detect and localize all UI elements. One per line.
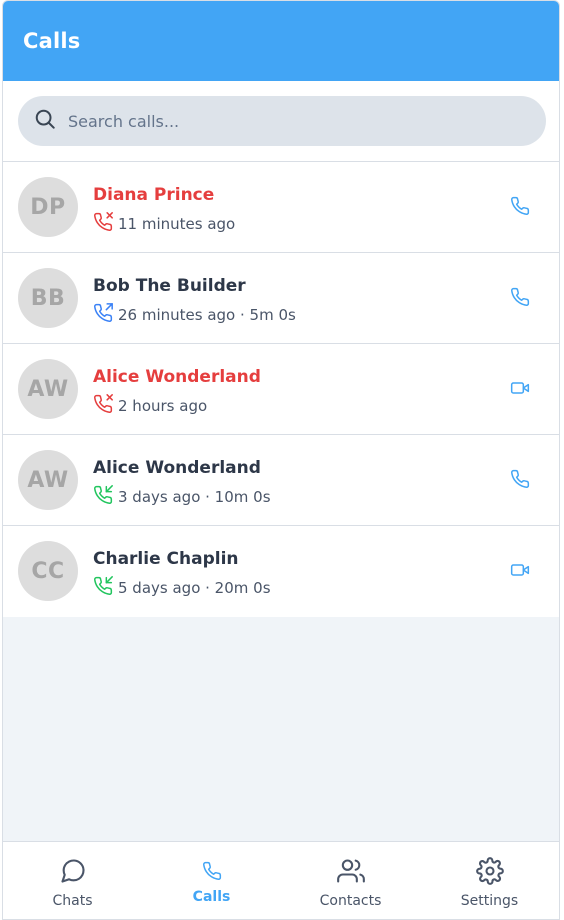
call-detail: 5 days ago · 20m 0s	[118, 579, 271, 597]
avatar: BB	[18, 268, 78, 328]
gear-icon	[475, 856, 504, 889]
call-row[interactable]: CC Charlie Chaplin 5 days ago · 20m 0s	[3, 526, 559, 617]
call-meta: 5 days ago · 20m 0s	[93, 576, 271, 600]
avatar: CC	[18, 541, 78, 601]
avatar: AW	[18, 450, 78, 510]
phone-incoming-icon	[93, 576, 118, 600]
contact-name: Alice Wonderland	[93, 458, 261, 478]
bottom-nav: Chats Calls Contacts Settings	[3, 841, 559, 919]
call-row[interactable]: AW Alice Wonderland 3 days ago · 10m 0s	[3, 435, 559, 526]
call-info: Charlie Chaplin 5 days ago · 20m 0s	[93, 548, 271, 600]
nav-item-settings[interactable]: Settings	[420, 842, 559, 919]
phone-missed-icon	[93, 212, 118, 236]
call-action-button[interactable]	[509, 561, 531, 583]
phone-icon	[202, 861, 222, 885]
nav-label: Contacts	[319, 892, 382, 909]
call-info: Diana Prince 11 minutes ago	[93, 184, 235, 236]
video-icon	[510, 378, 530, 402]
call-action-button[interactable]	[509, 469, 531, 493]
call-action-button[interactable]	[509, 196, 531, 220]
search-input[interactable]	[68, 111, 508, 131]
call-info: Alice Wonderland 3 days ago · 10m 0s	[93, 457, 271, 509]
phone-icon	[510, 196, 530, 220]
phone-icon	[510, 287, 530, 311]
call-row[interactable]: DP Diana Prince 11 minutes ago	[3, 162, 559, 253]
app-frame: Calls DP Diana Prince 11 minutes ago BB …	[2, 0, 560, 920]
call-detail: 11 minutes ago	[118, 215, 236, 233]
search-icon	[34, 108, 56, 134]
call-list: DP Diana Prince 11 minutes ago BB Bob Th…	[3, 162, 559, 617]
nav-item-calls[interactable]: Calls	[142, 842, 281, 919]
users-icon	[336, 857, 365, 889]
nav-label: Chats	[52, 892, 93, 909]
search-bar	[3, 81, 559, 162]
call-info: Alice Wonderland 2 hours ago	[93, 366, 261, 418]
call-detail: 2 hours ago	[118, 397, 208, 415]
contact-name: Charlie Chaplin	[93, 549, 239, 569]
contact-name: Diana Prince	[93, 185, 215, 205]
phone-outgoing-icon	[93, 303, 118, 327]
contact-name: Alice Wonderland	[93, 367, 261, 387]
call-meta: 26 minutes ago · 5m 0s	[93, 303, 296, 327]
call-detail: 3 days ago · 10m 0s	[118, 488, 271, 506]
phone-missed-icon	[93, 394, 118, 418]
call-row[interactable]: BB Bob The Builder 26 minutes ago · 5m 0…	[3, 253, 559, 344]
call-detail: 26 minutes ago · 5m 0s	[118, 306, 296, 324]
chat-bubble-icon	[59, 857, 87, 889]
call-action-button[interactable]	[509, 379, 531, 401]
app-header: Calls	[3, 1, 559, 81]
call-action-button[interactable]	[509, 287, 531, 311]
nav-label: Calls	[192, 888, 231, 905]
search-box[interactable]	[18, 96, 546, 146]
call-info: Bob The Builder 26 minutes ago · 5m 0s	[93, 275, 296, 327]
phone-incoming-icon	[93, 485, 118, 509]
call-meta: 11 minutes ago	[93, 212, 235, 236]
call-meta: 2 hours ago	[93, 394, 261, 418]
avatar: AW	[18, 359, 78, 419]
phone-icon	[510, 469, 530, 493]
call-row[interactable]: AW Alice Wonderland 2 hours ago	[3, 344, 559, 435]
video-icon	[510, 560, 530, 584]
page-title: Calls	[23, 29, 81, 53]
call-meta: 3 days ago · 10m 0s	[93, 485, 271, 509]
nav-item-contacts[interactable]: Contacts	[281, 842, 420, 919]
contact-name: Bob The Builder	[93, 276, 246, 296]
avatar: DP	[18, 177, 78, 237]
nav-label: Settings	[460, 892, 519, 909]
nav-item-chats[interactable]: Chats	[3, 842, 142, 919]
